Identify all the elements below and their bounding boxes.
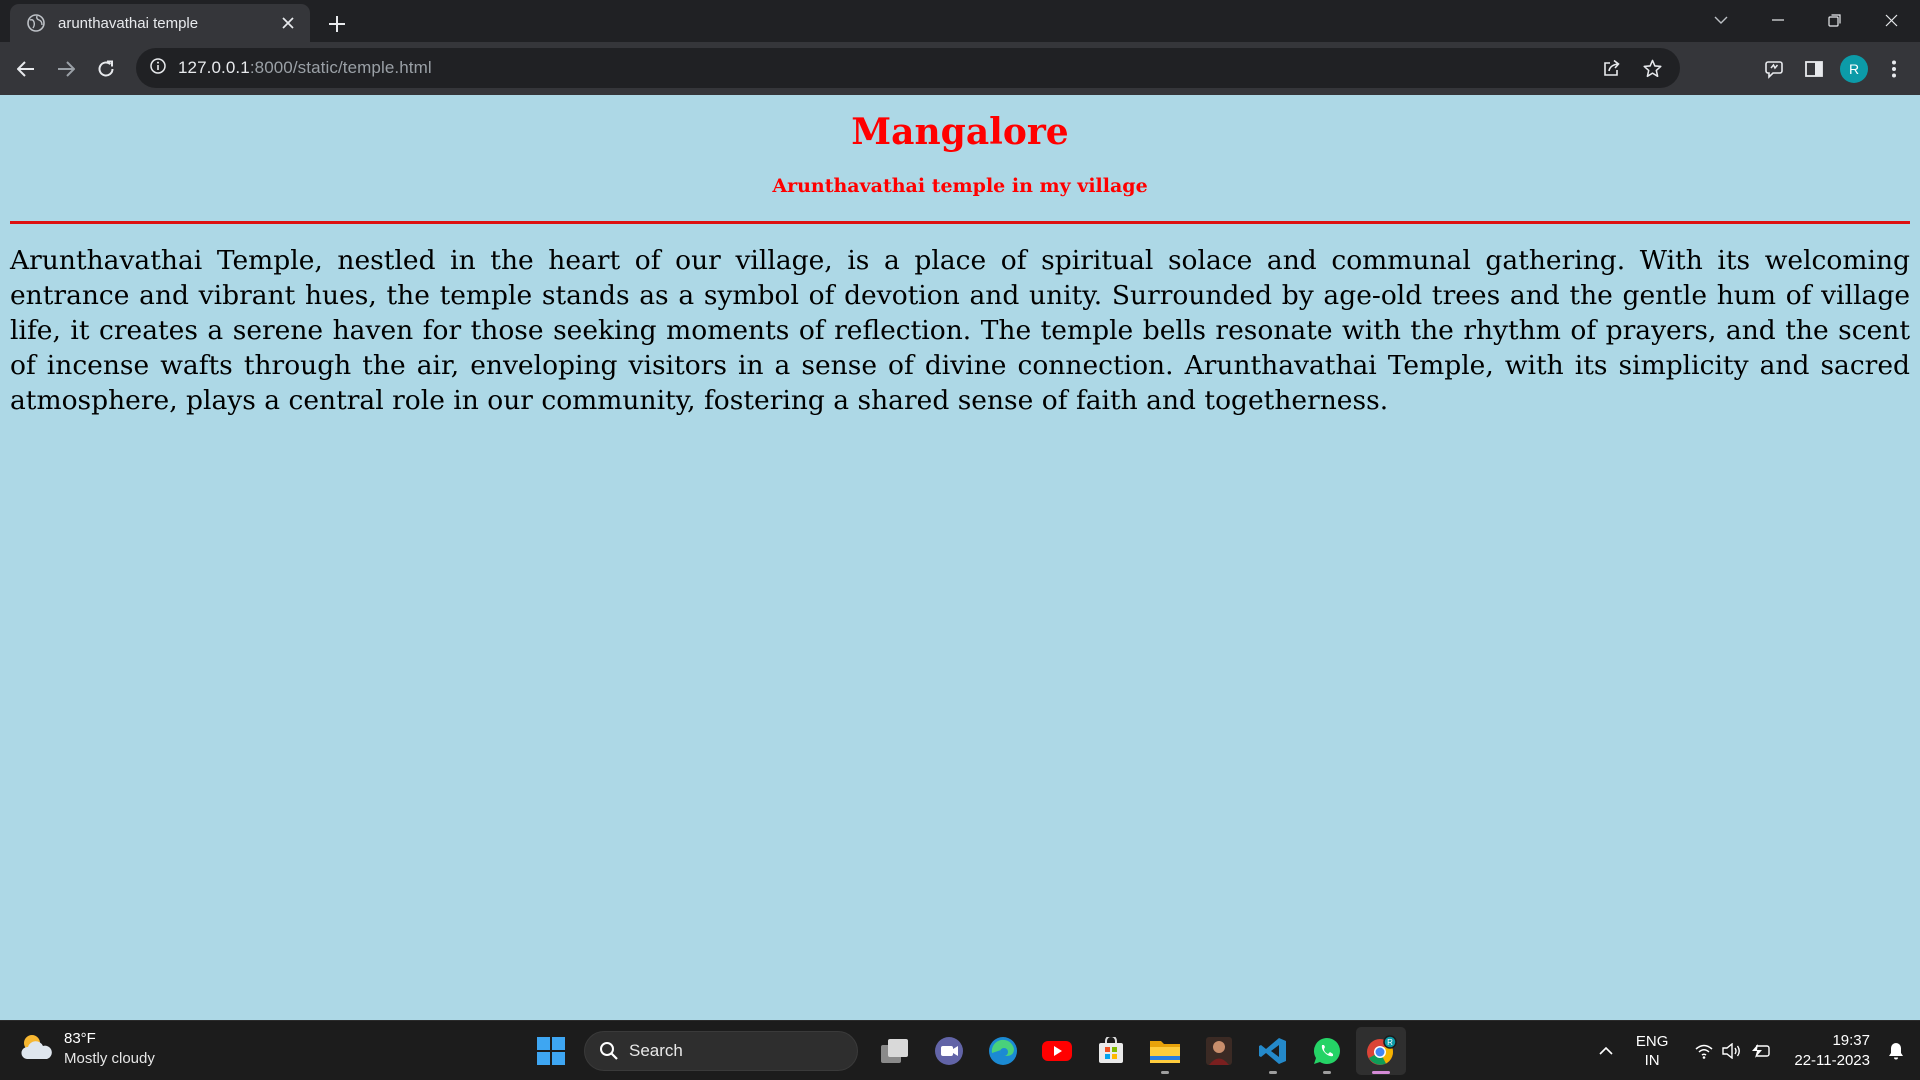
chrome-icon[interactable]: R [1356, 1027, 1406, 1075]
input-language[interactable]: ENG IN [1636, 1032, 1669, 1070]
partly-cloudy-icon [18, 1031, 54, 1068]
reload-icon[interactable] [88, 51, 124, 87]
teams-meet-icon[interactable] [924, 1027, 974, 1075]
menu-kebab-icon[interactable] [1874, 49, 1914, 89]
tab-close-icon[interactable] [276, 11, 300, 35]
vscode-icon[interactable] [1248, 1027, 1298, 1075]
language-code: ENG [1635, 1033, 1669, 1050]
whatsapp-icon[interactable] [1302, 1027, 1352, 1075]
browser-toolbar: 127.0.0.1:8000/static/temple.html R [0, 42, 1920, 95]
weather-widget[interactable]: 83°F Mostly cloudy [18, 1029, 155, 1069]
profile-avatar[interactable]: R [1834, 49, 1874, 89]
search-icon [600, 1042, 618, 1060]
side-panel-icon[interactable] [1794, 49, 1834, 89]
battery-charging-icon[interactable] [1746, 1031, 1774, 1071]
clock-date: 22-11-2023 [1794, 1052, 1870, 1069]
extension-icon[interactable] [1754, 49, 1794, 89]
minimize-icon[interactable] [1749, 0, 1806, 40]
clock-time: 19:37 [1832, 1032, 1870, 1049]
tab-search-chevron-icon[interactable] [1692, 0, 1749, 40]
window-controls [1692, 0, 1920, 40]
volume-icon[interactable] [1718, 1031, 1746, 1071]
temple-description: Arunthavathai Temple, nestled in the hea… [10, 245, 1910, 416]
browser-tab-strip: arunthavathai temple [0, 0, 1920, 42]
forward-arrow-icon[interactable] [48, 51, 84, 87]
windows-taskbar: 83°F Mostly cloudy Search R ENG IN 19:37… [0, 1020, 1920, 1080]
restore-icon[interactable] [1806, 0, 1863, 40]
profile-initial: R [1840, 54, 1868, 83]
youtube-icon[interactable] [1032, 1027, 1082, 1075]
start-button[interactable] [526, 1027, 576, 1075]
back-arrow-icon[interactable] [8, 51, 44, 87]
page-title: Mangalore [851, 111, 1069, 153]
photo-app-icon[interactable] [1194, 1027, 1244, 1075]
running-indicator [1161, 1071, 1169, 1074]
address-bar[interactable]: 127.0.0.1:8000/static/temple.html [136, 48, 1680, 88]
close-window-icon[interactable] [1863, 0, 1920, 40]
url-host: 127.0.0.1 [178, 58, 250, 77]
page-viewport: Mangalore Arunthavathai temple in my vil… [0, 95, 1920, 1020]
microsoft-store-icon[interactable] [1086, 1027, 1136, 1075]
windows-logo-icon [537, 1037, 565, 1065]
page-subtitle: Arunthavathai temple in my village [772, 175, 1148, 197]
horizontal-rule [10, 221, 1910, 224]
task-view-icon[interactable] [870, 1027, 920, 1075]
search-label: Search [629, 1041, 683, 1060]
file-explorer-icon[interactable] [1140, 1027, 1190, 1075]
system-clock[interactable]: 19:37 22-11-2023 [1794, 1031, 1870, 1071]
globe-icon [26, 13, 46, 33]
taskbar-search[interactable]: Search [584, 1031, 858, 1071]
edge-icon[interactable] [978, 1027, 1028, 1075]
wifi-icon[interactable] [1690, 1031, 1718, 1071]
share-icon[interactable] [1592, 48, 1632, 88]
address-url: 127.0.0.1:8000/static/temple.html [178, 58, 432, 78]
url-path: :8000/static/temple.html [249, 58, 432, 77]
running-indicator [1323, 1071, 1331, 1074]
running-indicator [1269, 1071, 1277, 1074]
tab-title: arunthavathai temple [58, 14, 199, 32]
weather-temperature: 83°F [64, 1030, 96, 1047]
bookmark-star-icon[interactable] [1632, 48, 1672, 88]
show-hidden-icons-chevron-icon[interactable] [1592, 1031, 1620, 1071]
browser-tab-active[interactable]: arunthavathai temple [10, 4, 310, 42]
running-indicator [1372, 1071, 1390, 1074]
taskbar-apps: Search R [524, 1027, 1408, 1075]
region-code: IN [1644, 1052, 1660, 1069]
system-tray: ENG IN 19:37 22-11-2023 [1592, 1021, 1920, 1080]
new-tab-plus-icon[interactable] [322, 9, 352, 39]
notification-bell-icon[interactable] [1882, 1031, 1910, 1071]
svg-text:R: R [1387, 1038, 1393, 1047]
site-info-icon[interactable] [150, 57, 166, 79]
weather-condition: Mostly cloudy [64, 1050, 155, 1067]
